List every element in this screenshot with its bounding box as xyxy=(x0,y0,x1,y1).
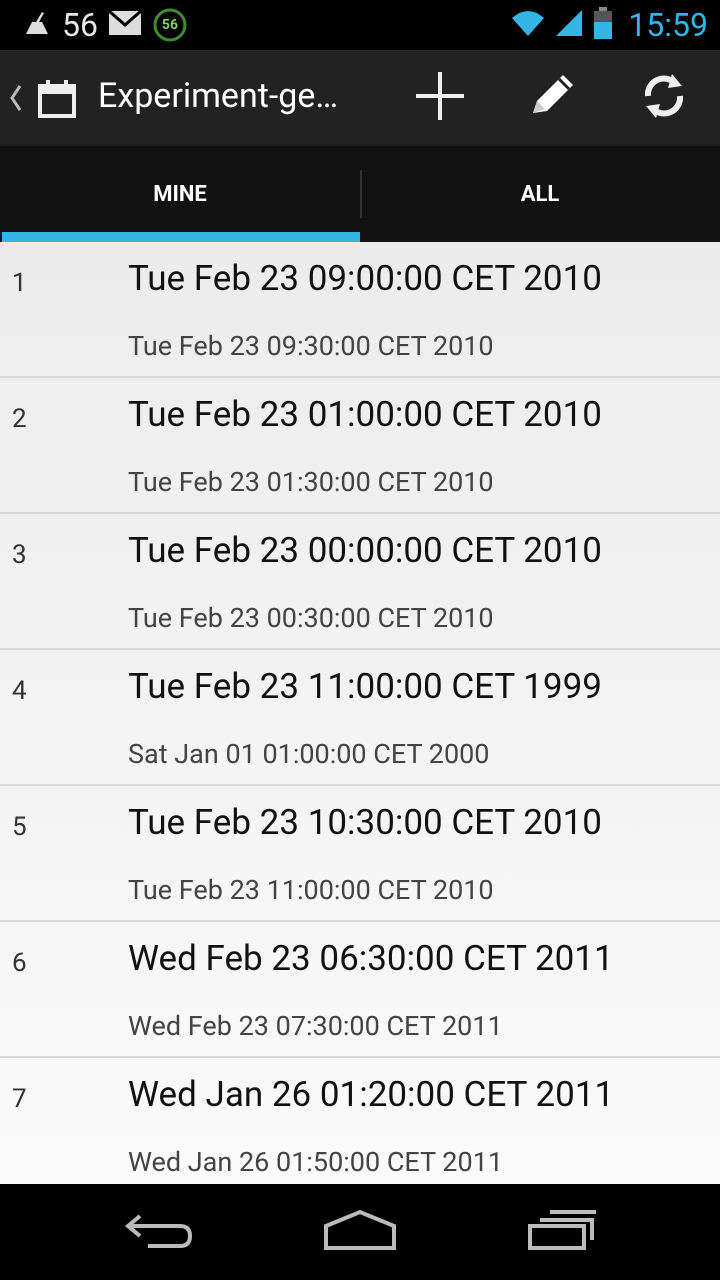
status-right: 15:59 xyxy=(510,0,708,50)
list-item-index: 2 xyxy=(12,404,27,434)
back-icon xyxy=(124,1210,196,1254)
list-item-end: Tue Feb 23 00:30:00 CET 2010 xyxy=(128,602,494,634)
battery-icon xyxy=(592,6,614,44)
signal-icon xyxy=(554,8,584,42)
list-item-start: Tue Feb 23 11:00:00 CET 1999 xyxy=(128,666,602,707)
cleaner-icon xyxy=(22,8,52,42)
list-item-end: Tue Feb 23 01:30:00 CET 2010 xyxy=(128,466,494,498)
list-item-start: Tue Feb 23 01:00:00 CET 2010 xyxy=(128,394,602,435)
list-item-index: 3 xyxy=(12,540,27,570)
list-item[interactable]: 6 Wed Feb 23 06:30:00 CET 2011 Wed Feb 2… xyxy=(0,922,720,1058)
recents-button[interactable] xyxy=(512,1202,612,1262)
tab-mine[interactable]: MINE xyxy=(0,146,360,242)
add-button[interactable] xyxy=(410,68,470,128)
list-item-start: Wed Feb 23 06:30:00 CET 2011 xyxy=(128,938,614,979)
list-item[interactable]: 3 Tue Feb 23 00:00:00 CET 2010 Tue Feb 2… xyxy=(0,514,720,650)
page-title: Experiment-ge… xyxy=(98,76,339,116)
list-item-index: 4 xyxy=(12,676,27,706)
home-button[interactable] xyxy=(310,1202,410,1262)
refresh-button[interactable] xyxy=(634,68,694,128)
list-item-end: Wed Jan 26 01:50:00 CET 2011 xyxy=(128,1146,504,1178)
list-item[interactable]: 4 Tue Feb 23 11:00:00 CET 1999 Sat Jan 0… xyxy=(0,650,720,786)
list-item[interactable]: 5 Tue Feb 23 10:30:00 CET 2010 Tue Feb 2… xyxy=(0,786,720,922)
back-button[interactable] xyxy=(110,1202,210,1262)
badge-icon: 56 xyxy=(152,7,188,43)
add-icon xyxy=(414,70,466,126)
list-item-index: 1 xyxy=(12,268,27,298)
list-item-start: Tue Feb 23 10:30:00 CET 2010 xyxy=(128,802,602,843)
list-item-index: 5 xyxy=(12,812,27,842)
status-bar: 56 56 15:59 xyxy=(0,0,720,50)
list-item-end: Sat Jan 01 01:00:00 CET 2000 xyxy=(128,738,490,770)
refresh-icon xyxy=(638,70,690,126)
edit-button[interactable] xyxy=(522,68,582,128)
mail-icon xyxy=(107,9,142,40)
tab-indicator xyxy=(2,232,360,242)
experiment-list: 1 Tue Feb 23 09:00:00 CET 2010 Tue Feb 2… xyxy=(0,242,720,1184)
calendar-icon[interactable] xyxy=(36,78,78,120)
list-item[interactable]: 2 Tue Feb 23 01:00:00 CET 2010 Tue Feb 2… xyxy=(0,378,720,514)
badge-count: 56 xyxy=(161,17,178,33)
list-item-end: Wed Feb 23 07:30:00 CET 2011 xyxy=(128,1010,503,1042)
clock: 15:59 xyxy=(628,6,708,44)
notification-count: 56 xyxy=(62,6,98,44)
action-bar: Experiment-ge… xyxy=(0,50,720,146)
tab-all[interactable]: ALL xyxy=(360,146,720,242)
list-item-start: Tue Feb 23 09:00:00 CET 2010 xyxy=(128,258,602,299)
navigation-bar xyxy=(0,1184,720,1280)
edit-icon xyxy=(525,69,579,127)
home-icon xyxy=(322,1208,398,1256)
list-item-start: Wed Jan 26 01:20:00 CET 2011 xyxy=(128,1074,615,1115)
wifi-icon xyxy=(510,8,546,42)
list-item-start: Tue Feb 23 00:00:00 CET 2010 xyxy=(128,530,602,571)
list-item-end: Tue Feb 23 09:30:00 CET 2010 xyxy=(128,330,494,362)
list-item[interactable]: 7 Wed Jan 26 01:20:00 CET 2011 Wed Jan 2… xyxy=(0,1058,720,1184)
tab-bar: MINE ALL xyxy=(0,146,720,242)
list-item-index: 7 xyxy=(12,1084,27,1114)
up-chevron-icon[interactable] xyxy=(6,80,26,116)
recents-icon xyxy=(526,1208,598,1256)
list-item-index: 6 xyxy=(12,948,27,978)
list-item-end: Tue Feb 23 11:00:00 CET 2010 xyxy=(128,874,494,906)
list-item[interactable]: 1 Tue Feb 23 09:00:00 CET 2010 Tue Feb 2… xyxy=(0,242,720,378)
status-left: 56 56 xyxy=(22,0,188,50)
